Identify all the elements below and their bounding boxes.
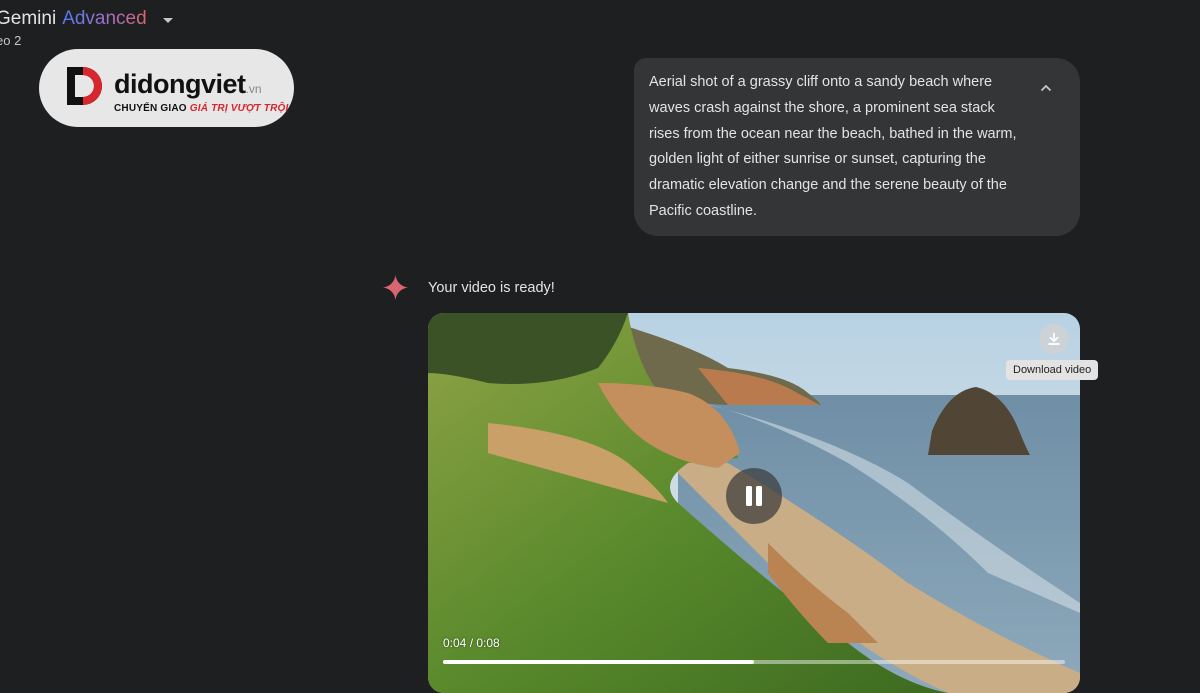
watermark-logo: didongviet.vn CHUYỂN GIAO GIÁ TRỊ VƯỢT T… (39, 49, 294, 127)
video-time-display: 0:04 / 0:08 (443, 636, 500, 650)
download-video-tooltip: Download video (1006, 360, 1099, 380)
watermark-brand: didongviet.vn (114, 69, 262, 99)
download-icon (1048, 332, 1060, 345)
watermark-tagline: CHUYỂN GIAO GIÁ TRỊ VƯỢT TRỘI (114, 103, 289, 114)
user-prompt-bubble: Aerial shot of a grassy cliff onto a san… (634, 58, 1080, 236)
video-progress-bar[interactable] (443, 660, 1065, 664)
user-prompt-text: Aerial shot of a grassy cliff onto a san… (649, 74, 1017, 219)
pause-icon (746, 486, 762, 506)
model-subtitle: eo 2 (0, 33, 22, 48)
pause-button[interactable] (726, 468, 782, 524)
collapse-prompt-button[interactable] (1038, 80, 1054, 96)
video-progress-fill (443, 660, 754, 664)
download-video-button[interactable] (1039, 324, 1069, 354)
app-header: Gemini Advanced eo 2 (0, 8, 173, 48)
video-player[interactable]: 0:04 / 0:08 (428, 313, 1080, 693)
gemini-spark-icon (383, 275, 408, 300)
app-title-tier: Advanced (62, 8, 147, 29)
didongviet-logo-icon (67, 67, 102, 105)
model-selector[interactable]: Gemini Advanced (0, 8, 173, 30)
chevron-down-icon[interactable] (162, 17, 173, 23)
chevron-up-icon (1040, 84, 1052, 92)
response-status-text: Your video is ready! (428, 280, 555, 296)
app-title: Gemini (0, 8, 57, 29)
